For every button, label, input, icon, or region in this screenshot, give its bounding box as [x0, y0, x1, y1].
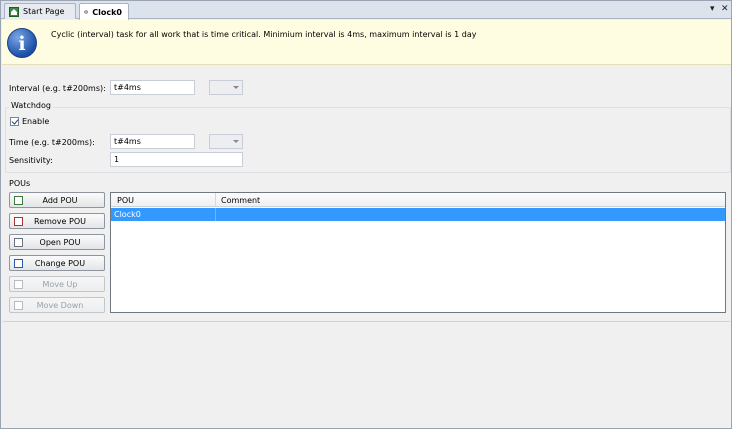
- watchdog-time-label: Time (e.g. t#200ms):: [9, 138, 95, 147]
- add-pou-button[interactable]: Add POU: [9, 192, 105, 208]
- tab-list-dropdown-icon[interactable]: ▾: [710, 4, 715, 14]
- button-label: Move Down: [36, 300, 84, 310]
- close-tab-icon[interactable]: ✕: [721, 4, 729, 14]
- button-label: Remove POU: [34, 216, 86, 226]
- section-divider: [3, 321, 730, 322]
- sensitivity-label: Sensitivity:: [9, 156, 53, 165]
- move-down-button[interactable]: Move Down: [9, 297, 105, 313]
- edit-icon: [14, 238, 23, 247]
- table-row[interactable]: Clock0: [111, 208, 725, 221]
- pous-section-title: POUs: [9, 179, 31, 188]
- home-icon: [9, 6, 19, 17]
- change-pou-button[interactable]: Change POU: [9, 255, 105, 271]
- move-up-button[interactable]: Move Up: [9, 276, 105, 292]
- move-down-icon: [14, 301, 23, 310]
- interval-input[interactable]: t#4ms: [110, 80, 195, 95]
- remove-pou-button[interactable]: Remove POU: [9, 213, 105, 229]
- info-icon: i: [7, 28, 37, 58]
- watchdog-enable-label: Enable: [22, 117, 50, 126]
- tab-start-page[interactable]: Start Page: [4, 3, 76, 19]
- button-label: Open POU: [39, 237, 81, 247]
- interval-unit-dropdown[interactable]: [209, 80, 243, 95]
- cell-divider: [215, 208, 216, 221]
- tab-clock0[interactable]: Clock0: [79, 3, 129, 20]
- info-text: Cyclic (interval) task for all work that…: [51, 30, 477, 39]
- info-banner: i Cyclic (interval) task for all work th…: [2, 20, 731, 65]
- button-label: Add POU: [42, 195, 78, 205]
- add-icon: [14, 196, 23, 205]
- task-icon: [84, 10, 88, 14]
- button-label: Move Up: [42, 279, 78, 289]
- document-tab-bar: Start Page Clock0 ▾ ✕: [1, 1, 731, 20]
- sensitivity-input[interactable]: 1: [110, 152, 243, 167]
- tab-label: Clock0: [92, 7, 122, 17]
- column-header-comment[interactable]: Comment: [221, 196, 260, 205]
- move-up-icon: [14, 280, 23, 289]
- column-header-pou[interactable]: POU: [117, 196, 134, 205]
- chevron-down-icon: [233, 140, 239, 143]
- pou-list[interactable]: POU Comment Clock0: [110, 192, 726, 313]
- watchdog-group-title: Watchdog: [9, 101, 53, 110]
- column-divider[interactable]: [215, 193, 216, 207]
- watchdog-time-unit-dropdown[interactable]: [209, 134, 243, 149]
- interval-label: Interval (e.g. t#200ms):: [9, 84, 106, 93]
- button-label: Change POU: [34, 258, 86, 268]
- task-editor-window: Start Page Clock0 ▾ ✕ i Cyclic (interval…: [0, 0, 732, 429]
- pou-list-header: POU Comment: [111, 193, 725, 207]
- tab-label: Start Page: [23, 7, 65, 16]
- chevron-down-icon: [233, 86, 239, 89]
- pou-cell: Clock0: [114, 210, 141, 219]
- remove-icon: [14, 217, 23, 226]
- watchdog-enable-checkbox[interactable]: [10, 117, 19, 126]
- watchdog-time-input[interactable]: t#4ms: [110, 134, 195, 149]
- open-pou-button[interactable]: Open POU: [9, 234, 105, 250]
- change-icon: [14, 259, 23, 268]
